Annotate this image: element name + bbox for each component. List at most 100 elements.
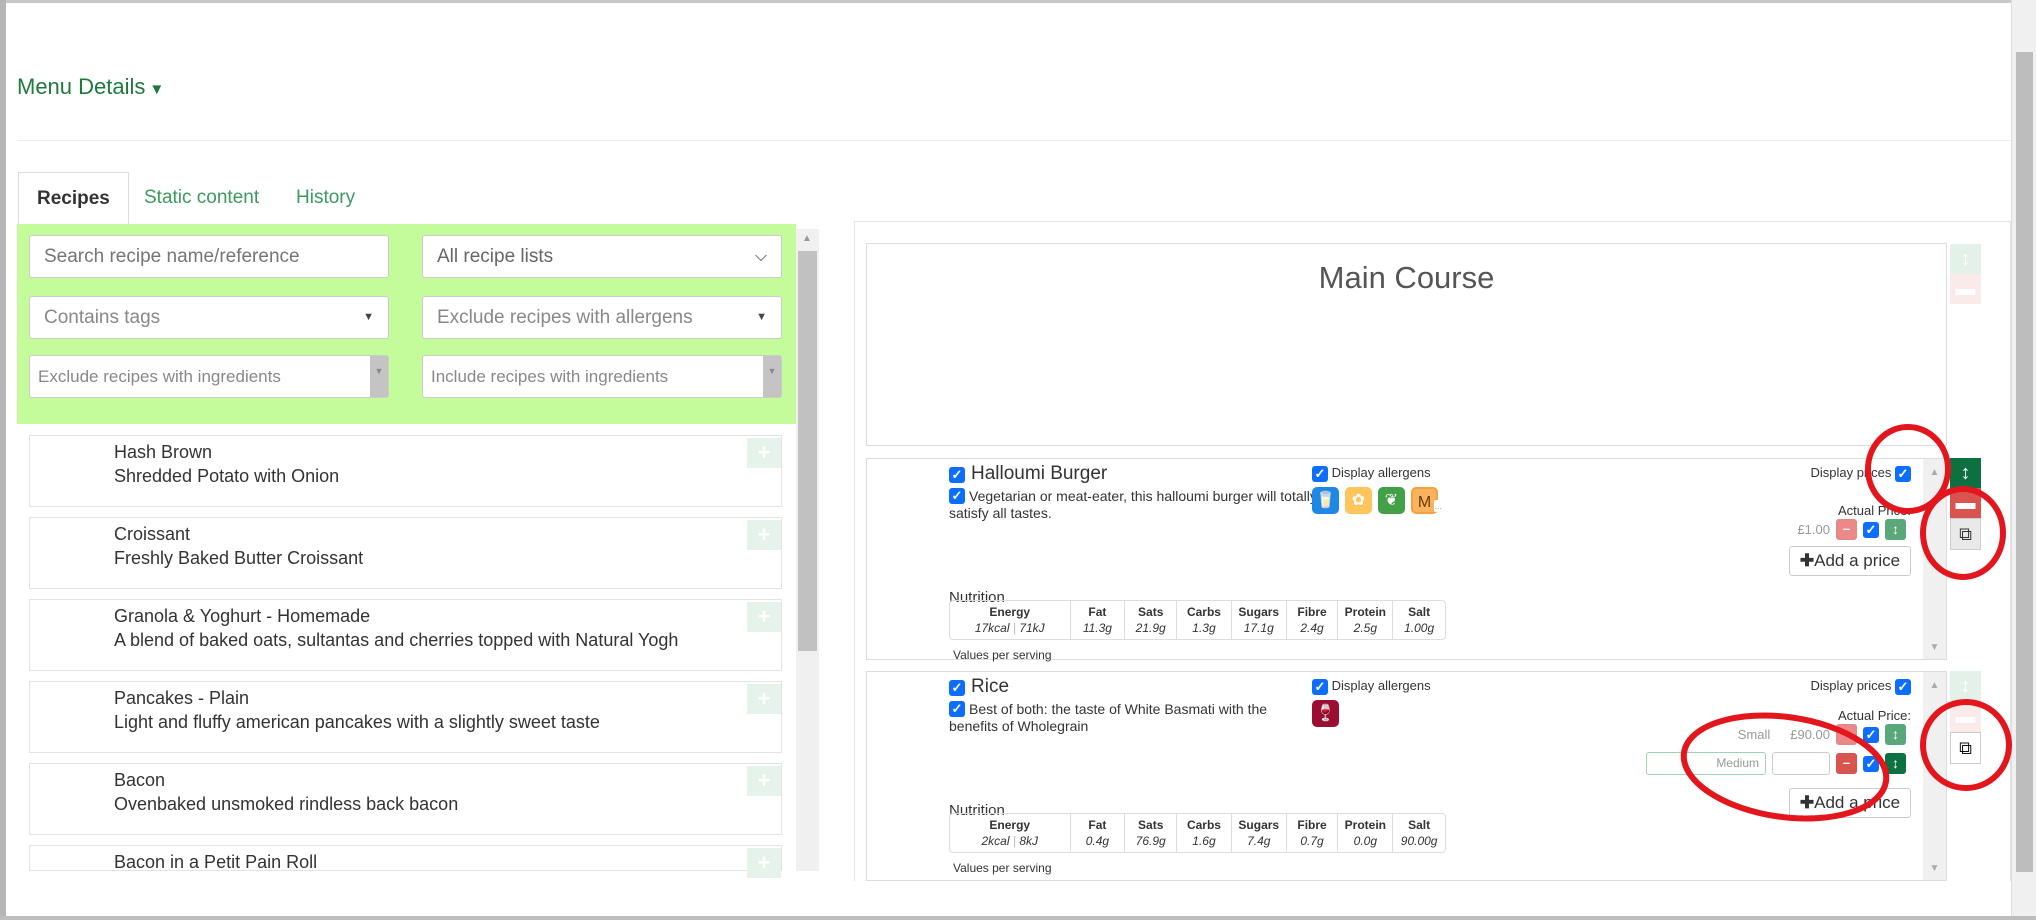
plus-icon: + — [757, 522, 771, 547]
item-scrollbar[interactable]: ▲ ▼ — [1923, 672, 1946, 880]
caret-down-icon: ▼ — [763, 356, 781, 397]
add-price-button[interactable]: ✚Add a price — [1789, 546, 1911, 576]
price-input[interactable] — [1772, 752, 1830, 775]
show-title-checkbox[interactable]: ✓ — [949, 467, 965, 483]
recipe-list-item[interactable]: Granola & Yoghurt - Homemade A blend of … — [29, 599, 782, 671]
price-checkbox[interactable]: ✓ — [1863, 755, 1879, 772]
add-price-button[interactable]: ✚Add a price — [1789, 788, 1911, 818]
add-price-label: Add a price — [1814, 793, 1901, 812]
scroll-down-icon[interactable]: ▼ — [1923, 642, 1946, 653]
display-prices-checkbox[interactable]: ✓ — [1895, 465, 1911, 482]
move-price-button[interactable]: ↕ — [1885, 753, 1906, 774]
menu-section[interactable]: Main Course — [866, 243, 1947, 446]
show-description-checkbox[interactable]: ✓ — [949, 701, 965, 717]
window-border — [0, 0, 2036, 3]
show-title-checkbox[interactable]: ✓ — [949, 680, 965, 696]
add-recipe-button[interactable]: + — [747, 520, 781, 550]
move-item-button[interactable]: ↕ — [1950, 458, 1981, 488]
remove-item-button[interactable]: ▬ — [1950, 488, 1981, 518]
nutrition-header: Salt — [1408, 605, 1431, 619]
include-ingredients-select[interactable]: Include recipes with ingredients ▼ — [422, 355, 782, 398]
scrollbar-thumb[interactable] — [2016, 52, 2033, 872]
paste-item-button[interactable]: ⧉ — [1950, 732, 1981, 764]
nutrition-header: Fat — [1088, 818, 1107, 832]
display-allergens: ✓ Display allergens — [1312, 465, 1431, 482]
menu-item[interactable]: ✓ Halloumi Burger ✓ Vegetarian or meat-ea… — [866, 458, 1947, 662]
tab-history[interactable]: History — [278, 172, 373, 224]
nutrition-header: Carbs — [1186, 605, 1221, 619]
caret-down-icon: ▼ — [756, 311, 767, 323]
page-scrollbar[interactable] — [2011, 0, 2036, 920]
remove-section-button[interactable]: ▬ — [1950, 274, 1981, 304]
values-per-serving: Values per serving — [953, 861, 1052, 875]
remove-price-button[interactable]: – — [1836, 724, 1857, 745]
arrows-vertical-icon: ↕ — [1960, 675, 1971, 697]
item-scrollbar[interactable]: ▲ ▼ — [1923, 459, 1946, 659]
menu-item[interactable]: ✓ Rice ✓ Best of both: the taste of White… — [866, 671, 1947, 881]
scroll-up-icon[interactable]: ▲ — [1923, 680, 1946, 691]
tab-static-content[interactable]: Static content — [126, 172, 277, 224]
display-allergens-checkbox[interactable]: ✓ — [1312, 465, 1328, 482]
add-recipe-button[interactable]: + — [747, 602, 781, 632]
move-item-button[interactable]: ↕ — [1950, 671, 1981, 701]
recipe-list-item[interactable]: Bacon in a Petit Pain Roll + — [29, 845, 782, 878]
nutrition-value: 1.6g — [1192, 834, 1216, 848]
add-recipe-button[interactable]: + — [747, 438, 781, 468]
plus-icon: + — [757, 440, 771, 465]
add-recipe-button[interactable]: + — [747, 684, 781, 714]
nutrition-cell: Sats 21.9g — [1125, 601, 1178, 639]
recipe-name: Bacon — [114, 770, 166, 790]
actual-price-label: Actual Price: — [1838, 503, 1911, 518]
recipe-description: Shredded Potato with Onion — [114, 466, 340, 486]
nutrition-cell: Sats 76.9g — [1125, 814, 1178, 852]
add-recipe-button[interactable]: + — [747, 766, 781, 796]
display-prices: Display prices ✓ — [1810, 465, 1911, 482]
display-prices: Display prices ✓ — [1810, 678, 1911, 695]
display-prices-checkbox[interactable]: ✓ — [1895, 678, 1911, 695]
menu-details-toggle[interactable]: Menu Details ▼ — [17, 74, 164, 100]
remove-price-button[interactable]: – — [1836, 519, 1857, 540]
energy-kcal: 17kcal — [974, 621, 1010, 635]
recipe-list-scrollbar[interactable]: ▲ — [796, 229, 819, 871]
nutrition-cell: Fibre 2.4g — [1287, 601, 1339, 639]
display-allergens: ✓ Display allergens — [1312, 678, 1431, 695]
recipe-list-select[interactable]: All recipe lists ⌵ — [422, 235, 782, 278]
contains-tags-select[interactable]: Contains tags ▼ — [29, 296, 389, 339]
move-price-button[interactable]: ↕ — [1885, 724, 1906, 745]
nutrition-header: Protein — [1344, 605, 1387, 619]
scrollbar-thumb[interactable] — [798, 251, 817, 651]
recipe-list-item[interactable]: Bacon Ovenbaked unsmoked rindless back b… — [29, 763, 782, 835]
select-value: All recipe lists — [437, 246, 554, 267]
display-allergens-checkbox[interactable]: ✓ — [1312, 678, 1328, 695]
recipe-description: Light and fluffy american pancakes with … — [114, 712, 600, 732]
recipe-list-item[interactable]: Pancakes - Plain Light and fluffy americ… — [29, 681, 782, 753]
scroll-down-icon[interactable]: ▼ — [1923, 863, 1946, 874]
recipe-name: Croissant — [114, 524, 191, 544]
price-checkbox[interactable]: ✓ — [1863, 726, 1879, 743]
exclude-allergens-select[interactable]: Exclude recipes with allergens ▼ — [422, 296, 782, 339]
move-section-button[interactable]: ↕ — [1950, 244, 1981, 274]
nutrition-header: Fibre — [1297, 605, 1327, 619]
item-description: ✓ Vegetarian or meat-eater, this halloumi… — [949, 488, 1319, 522]
search-input[interactable] — [29, 235, 389, 278]
move-price-button[interactable]: ↕ — [1885, 519, 1906, 540]
remove-price-button[interactable]: – — [1836, 753, 1857, 774]
allergen-icons: 🍷 — [1312, 700, 1339, 727]
energy-kj: 71kJ — [1019, 621, 1045, 635]
add-recipe-button[interactable]: + — [747, 848, 781, 878]
show-description-checkbox[interactable]: ✓ — [949, 488, 965, 504]
scroll-up-icon[interactable]: ▲ — [802, 233, 812, 244]
recipe-list-item[interactable]: Hash Brown Shredded Potato with Onion + — [29, 435, 782, 507]
recipe-list-item[interactable]: Croissant Freshly Baked Butter Croissant… — [29, 517, 782, 589]
scroll-up-icon[interactable]: ▲ — [1923, 467, 1946, 478]
nutrition-value: 1.00g — [1404, 621, 1435, 635]
price-size-input[interactable]: Medium — [1646, 752, 1766, 775]
price-value: £90.00 — [1790, 727, 1830, 742]
plus-icon: + — [757, 768, 771, 793]
more-allergens: ... — [1434, 500, 1442, 512]
tab-recipes[interactable]: Recipes — [18, 172, 129, 224]
copy-item-button[interactable]: ⧉ — [1950, 518, 1981, 550]
price-checkbox[interactable]: ✓ — [1863, 521, 1879, 538]
remove-item-button[interactable]: ▬ — [1950, 702, 1981, 732]
exclude-ingredients-select[interactable]: Exclude recipes with ingredients ▼ — [29, 355, 389, 398]
